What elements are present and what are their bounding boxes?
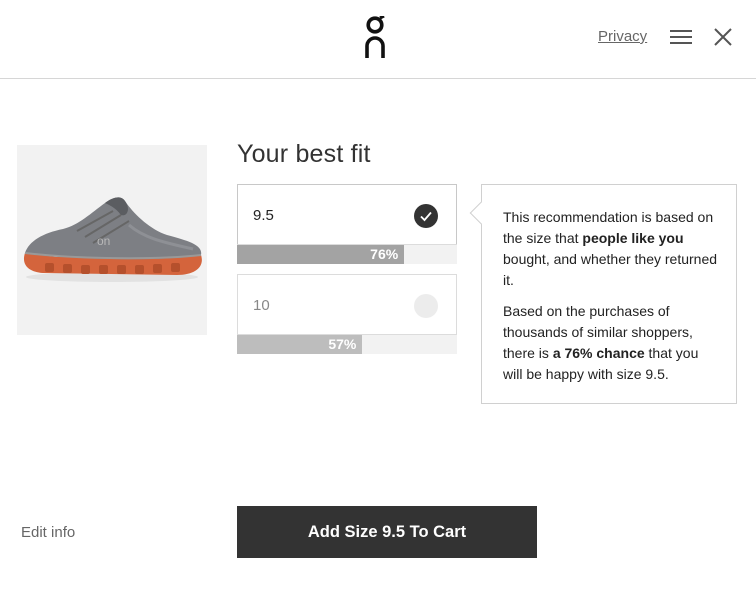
size-option-9-5[interactable]: 9.5 76% [237, 184, 457, 264]
fit-bar-track: 76% [237, 244, 457, 264]
size-label: 10 [253, 297, 270, 314]
unselected-radio-icon[interactable] [414, 294, 438, 318]
close-icon[interactable] [713, 27, 733, 47]
product-image: on [17, 145, 207, 335]
selected-check-icon[interactable] [414, 204, 438, 228]
privacy-link[interactable]: Privacy [598, 28, 647, 45]
tooltip-paragraph-2: Based on the purchases of thousands of s… [503, 301, 718, 385]
svg-text:on: on [97, 234, 110, 248]
fit-explanation-tooltip: This recommendation is based on the size… [469, 184, 737, 404]
size-label: 9.5 [253, 207, 274, 224]
tooltip-bold-text: a 76% chance [552, 345, 645, 361]
hamburger-menu-icon[interactable] [670, 28, 692, 46]
running-shoe-image: on [23, 197, 202, 282]
size-option-10[interactable]: 10 57% [237, 274, 457, 354]
tooltip-bold-text: people like you [582, 230, 684, 246]
fit-percent: 76% [370, 246, 399, 262]
page-title: Your best fit [237, 140, 371, 168]
tooltip-text: bought, and whether they returned it. [503, 251, 718, 288]
fit-percent: 57% [328, 336, 357, 352]
header: Privacy [0, 0, 756, 79]
fit-bar-fill: 57% [237, 335, 363, 354]
edit-info-link[interactable]: Edit info [21, 524, 75, 541]
fit-bar-fill: 76% [237, 245, 405, 264]
tooltip-arrow [469, 201, 493, 225]
fit-bar-track: 57% [237, 334, 457, 354]
on-logo-icon[interactable] [364, 16, 386, 58]
add-to-cart-button[interactable]: Add Size 9.5 To Cart [237, 506, 537, 558]
tooltip-paragraph-1: This recommendation is based on the size… [503, 207, 718, 291]
